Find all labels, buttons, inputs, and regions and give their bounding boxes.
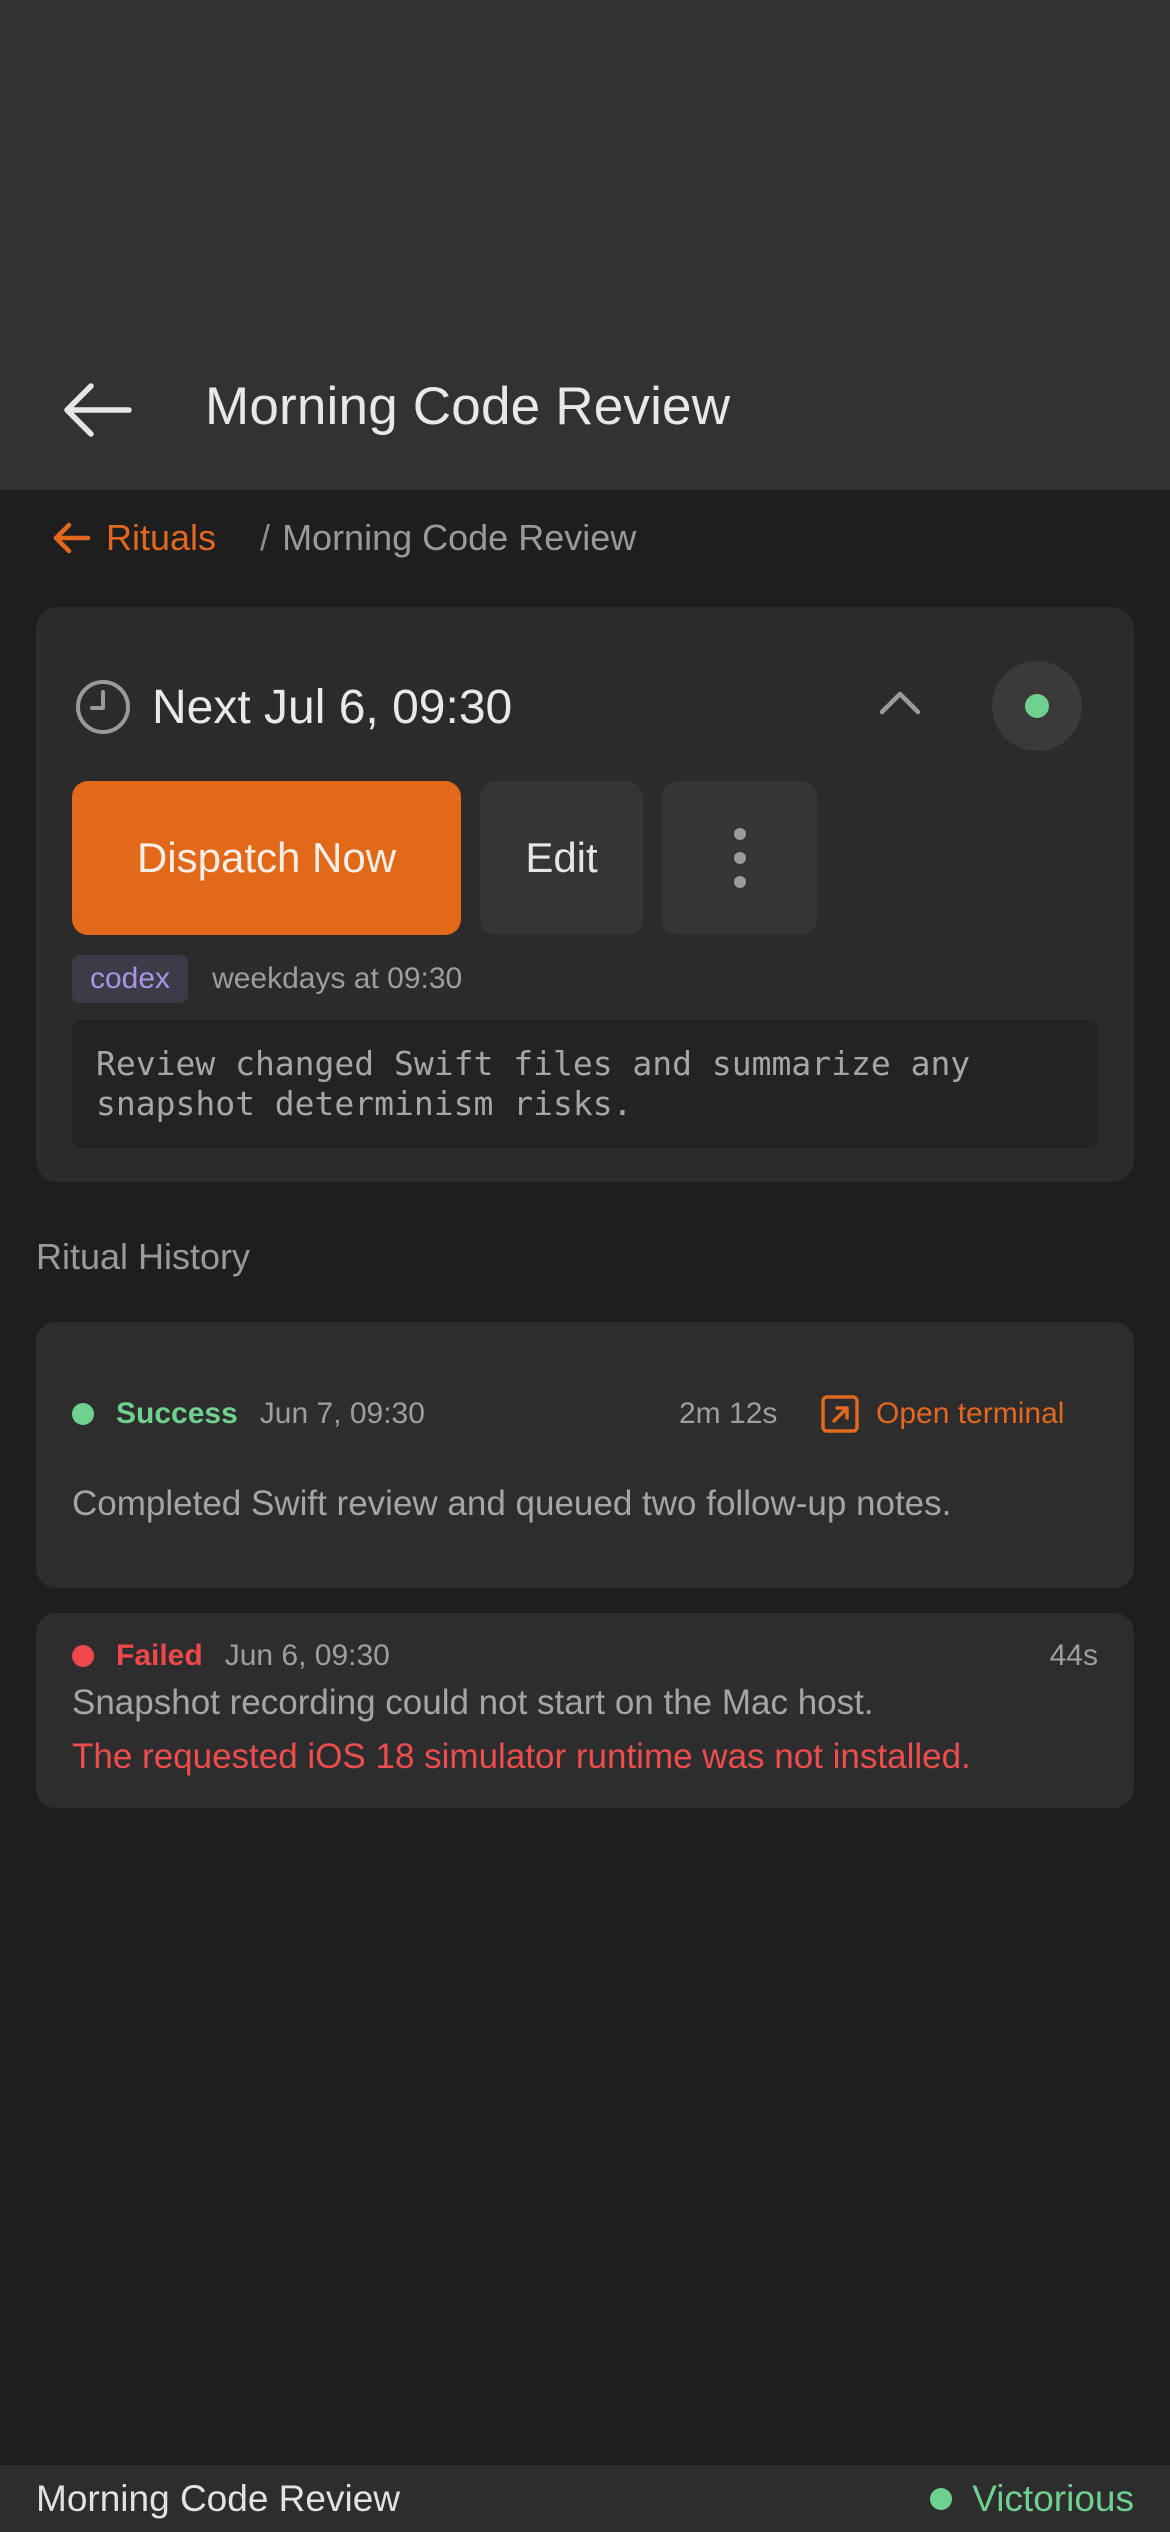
status-label: Failed (116, 1639, 203, 1672)
failed-dot (72, 1645, 94, 1667)
history-entry[interactable]: Success Jun 7, 09:30 2m 12s Open termina… (36, 1322, 1134, 1588)
history-duration: 2m 12s (679, 1397, 778, 1430)
prompt-text: Review changed Swift files and summarize… (72, 1020, 1098, 1148)
more-options-button[interactable] (662, 781, 817, 935)
next-run-row: Next Jul 6, 09:30 (74, 667, 512, 747)
bottom-status-bar: Morning Code Review Victorious (0, 2465, 1170, 2532)
breadcrumb-parent-label: Rituals (106, 517, 217, 558)
agent-tag: codex (72, 955, 189, 1003)
success-dot (72, 1403, 94, 1425)
external-link-icon (821, 1395, 859, 1433)
status-bar-title: Morning Code Review (36, 2477, 401, 2519)
ritual-detail-screen: Morning Code Review Rituals / Morning Co… (0, 0, 1170, 2532)
state-dot (930, 2487, 953, 2510)
history-error: The requested iOS 18 simulator runtime w… (72, 1737, 971, 1776)
status-bar-state: Victorious (930, 2478, 1134, 2520)
history-entry[interactable]: Failed Jun 6, 09:30 44s Snapshot recordi… (36, 1613, 1134, 1808)
open-terminal-label: Open terminal (876, 1397, 1065, 1430)
status-toggle-button[interactable] (992, 661, 1082, 751)
chevron-up-icon (879, 691, 921, 715)
edit-button[interactable]: Edit (480, 781, 643, 935)
history-date: Jun 6, 09:30 (224, 1639, 390, 1672)
arrow-left-icon (53, 522, 91, 554)
ritual-meta-row: codex weekdays at 09:30 (72, 955, 462, 1003)
history-section-title: Ritual History (36, 1236, 251, 1277)
more-vertical-icon (733, 828, 746, 888)
breadcrumb: Rituals / Morning Code Review (50, 510, 636, 566)
history-date: Jun 7, 09:30 (259, 1397, 425, 1430)
breadcrumb-separator: / (260, 517, 271, 558)
schedule-text: weekdays at 09:30 (212, 962, 463, 995)
history-status: Failed Jun 6, 09:30 (72, 1635, 390, 1677)
page-title: Morning Code Review (205, 377, 731, 436)
status-indicator-dot (1025, 694, 1049, 718)
back-button[interactable] (52, 365, 142, 455)
state-label: Victorious (972, 2477, 1134, 2519)
open-terminal-button[interactable]: Open terminal (820, 1393, 1064, 1435)
dispatch-now-button[interactable]: Dispatch Now (72, 781, 461, 935)
arrow-left-icon (64, 383, 132, 437)
history-status: Success Jun 7, 09:30 (72, 1393, 425, 1435)
ritual-card: Next Jul 6, 09:30 Dispatch Now Edit code… (36, 607, 1134, 1182)
next-run-text: Next Jul 6, 09:30 (152, 680, 513, 734)
history-summary: Snapshot recording could not start on th… (72, 1683, 874, 1722)
history-duration: 44s (1049, 1639, 1098, 1672)
clock-icon (76, 680, 130, 734)
breadcrumb-rituals-link[interactable]: Rituals (50, 517, 216, 559)
navigation-bar: Morning Code Review (0, 0, 1170, 490)
collapse-button[interactable] (855, 657, 945, 747)
history-summary: Completed Swift review and queued two fo… (72, 1484, 952, 1523)
status-label: Success (116, 1397, 238, 1430)
breadcrumb-current: Morning Code Review (282, 517, 637, 558)
